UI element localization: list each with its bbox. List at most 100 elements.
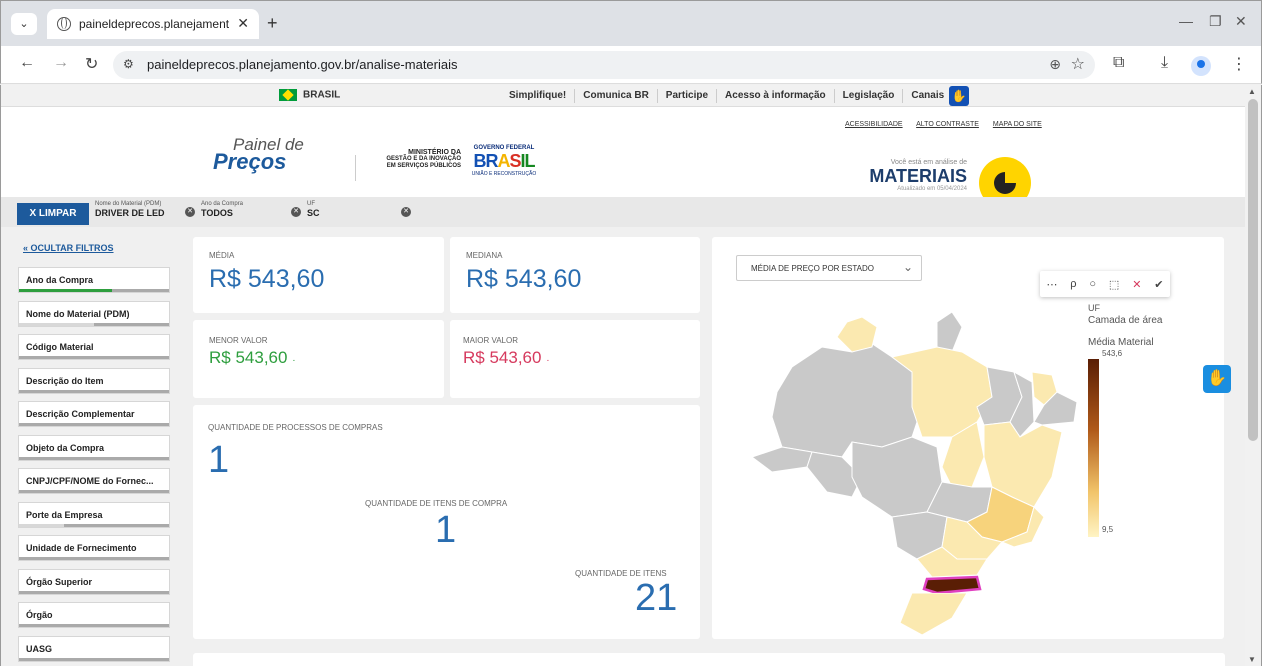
filter-item[interactable]: Ano da Compra <box>18 267 170 293</box>
filters-sidebar: « OCULTAR FILTROS Ano da Compra Nome do M… <box>1 237 181 666</box>
govlink-comunica[interactable]: Comunica BR <box>575 89 658 103</box>
tab-search-button[interactable]: ⌄ <box>11 13 37 35</box>
circle-select-icon[interactable]: ○ <box>1089 278 1096 290</box>
clear-filters-button[interactable]: X LIMPAR <box>17 203 89 225</box>
browser-menu-icon[interactable]: ⋮ <box>1231 54 1247 74</box>
brazil-map[interactable] <box>752 297 1082 597</box>
filter-item-label: Órgão <box>26 610 53 620</box>
brasil-link[interactable]: BRASIL <box>279 89 340 101</box>
header-divider <box>355 155 356 181</box>
link-acessibilidade[interactable]: ACESSIBILIDADE <box>845 121 903 128</box>
rect-select-icon[interactable]: ⬚ <box>1109 278 1119 291</box>
updated-date: Atualizado em 05/04/2024 <box>897 186 967 192</box>
filter-item[interactable]: Órgão <box>18 602 170 628</box>
filter-item[interactable]: Descrição do Item <box>18 367 170 394</box>
card-menor-valor: MENOR VALOR R$ 543,60 · <box>193 320 444 398</box>
tab-close-icon[interactable]: ✕ <box>237 15 249 32</box>
scroll-down-icon[interactable]: ▼ <box>1248 655 1256 664</box>
url-text[interactable]: paineldeprecos.planejamento.gov.br/anali… <box>147 57 458 72</box>
remove-filter-icon[interactable]: ✕ <box>185 207 195 217</box>
filter-item[interactable]: Objeto da Compra <box>18 434 170 461</box>
map-state-ap <box>936 311 963 353</box>
download-icon[interactable]: ⤓ <box>1161 54 1168 72</box>
hide-filters-label: OCULTAR FILTROS <box>30 243 114 253</box>
chip-value: DRIVER DE LED <box>95 208 165 218</box>
lasso-icon[interactable]: ρ <box>1070 278 1076 290</box>
filter-item-bar <box>19 557 169 560</box>
map-state-rs[interactable] <box>892 593 972 639</box>
filter-item-label: Órgão Superior <box>26 576 93 587</box>
filter-chip-ano: Ano da Compra TODOS <box>201 201 243 218</box>
confirm-selection-icon[interactable]: ✔ <box>1154 278 1163 291</box>
more-options-icon[interactable]: ⋯ <box>1046 278 1057 291</box>
govlink-legislacao[interactable]: Legislação <box>835 89 904 103</box>
maior-value-suffix: · <box>546 355 550 366</box>
map-dropdown-label: MÉDIA DE PREÇO POR ESTADO <box>751 264 874 273</box>
libras-hand-icon[interactable]: ✋ <box>949 86 969 106</box>
bookmark-star-icon[interactable]: ☆ <box>1071 54 1085 74</box>
hide-filters-link[interactable]: « OCULTAR FILTROS <box>23 243 114 253</box>
gov-slogan: UNIÃO E RECONSTRUÇÃO <box>471 171 537 177</box>
filter-item[interactable]: UASG <box>18 635 170 662</box>
filter-item-bar <box>19 490 169 493</box>
painel-precos-logo[interactable]: Painel de Preços <box>213 135 313 175</box>
extensions-icon[interactable]: ⧉ <box>1113 54 1124 72</box>
filter-item[interactable]: Descrição Complementar <box>18 401 170 427</box>
ministerio-logo: MINISTÉRIO DA GESTÃO E DA INOVAÇÃO EM SE… <box>361 149 461 170</box>
site-info-icon[interactable]: ⚙ <box>123 57 134 71</box>
link-alto-contraste[interactable]: ALTO CONTRASTE <box>916 121 979 128</box>
filter-item-label: UASG <box>26 643 53 654</box>
libras-widget-icon[interactable]: ✋ <box>1203 365 1231 393</box>
browser-tab[interactable]: paineldeprecos.planejamento.g ✕ <box>47 9 259 39</box>
filter-item[interactable]: Órgão Superior <box>18 568 170 595</box>
profile-avatar-icon[interactable] <box>1191 56 1211 76</box>
itens-compra-value: 1 <box>435 509 457 551</box>
card-bottom <box>193 653 1225 666</box>
scrollbar-thumb[interactable] <box>1248 99 1258 441</box>
menor-value: R$ 543,60 · <box>209 348 296 368</box>
active-filters-bar: X LIMPAR Nome do Material (PDM) DRIVER D… <box>1 197 1245 227</box>
restore-icon[interactable]: ❐ <box>1209 13 1222 30</box>
filter-item[interactable]: Unidade de Fornecimento <box>18 535 170 561</box>
reload-icon[interactable]: ↻ <box>85 54 98 74</box>
filter-item[interactable]: CNPJ/CPF/NOME do Fornec... <box>18 468 170 494</box>
map-selection-toolbar: ⋯ ρ ○ ⬚ ✕ ✔ <box>1040 271 1170 297</box>
chevron-down-icon: ⌄ <box>902 260 913 274</box>
new-tab-button[interactable]: + <box>267 13 278 34</box>
page-scrollbar[interactable]: ▲ ▼ <box>1245 85 1261 666</box>
filter-item-label: Descrição Complementar <box>26 409 135 419</box>
link-mapa-site[interactable]: MAPA DO SITE <box>993 121 1042 128</box>
map-metric-dropdown[interactable]: MÉDIA DE PREÇO POR ESTADO ⌄ <box>736 255 922 281</box>
menor-value-text: R$ 543,60 <box>209 348 288 367</box>
gov-bar: BRASIL Simplifique! Comunica BR Particip… <box>1 85 1245 107</box>
filter-item[interactable]: Nome do Material (PDM) <box>18 300 170 327</box>
filter-item-fill <box>19 322 94 326</box>
govlink-simplifique[interactable]: Simplifique! <box>501 89 576 103</box>
remove-filter-icon[interactable]: ✕ <box>291 207 301 217</box>
card-mediana: MEDIANA R$ 543,60 <box>450 237 700 313</box>
brazil-flag-icon <box>279 89 297 101</box>
scroll-up-icon[interactable]: ▲ <box>1248 87 1256 96</box>
legend-color-scale <box>1088 359 1099 537</box>
legend-min: 9,5 <box>1102 525 1114 534</box>
map-state-rr <box>836 316 878 353</box>
close-window-icon[interactable]: ✕ <box>1235 13 1247 30</box>
map-state-ac <box>752 446 813 473</box>
filter-item-label: Código Material <box>26 342 94 352</box>
cancel-selection-icon[interactable]: ✕ <box>1132 278 1141 291</box>
address-bar[interactable]: ⚙ paineldeprecos.planejamento.gov.br/ana… <box>113 51 1095 79</box>
back-icon[interactable]: ← <box>19 54 35 72</box>
minimize-icon[interactable]: — <box>1179 13 1193 29</box>
remove-filter-icon[interactable]: ✕ <box>401 207 411 217</box>
zoom-icon[interactable]: ⊕ <box>1049 56 1061 73</box>
filter-item[interactable]: Porte da Empresa <box>18 501 170 528</box>
govlink-canais[interactable]: Canais <box>903 89 952 103</box>
filter-item[interactable]: Código Material <box>18 334 170 360</box>
filter-item-label: Unidade de Fornecimento <box>26 543 137 553</box>
forward-icon[interactable]: → <box>53 54 69 72</box>
govlink-participe[interactable]: Participe <box>658 89 718 103</box>
govlink-acesso[interactable]: Acesso à informação <box>717 89 835 103</box>
media-value: R$ 543,60 <box>209 265 325 293</box>
filter-item-bar <box>19 423 169 426</box>
mediana-value: R$ 543,60 <box>466 265 582 293</box>
